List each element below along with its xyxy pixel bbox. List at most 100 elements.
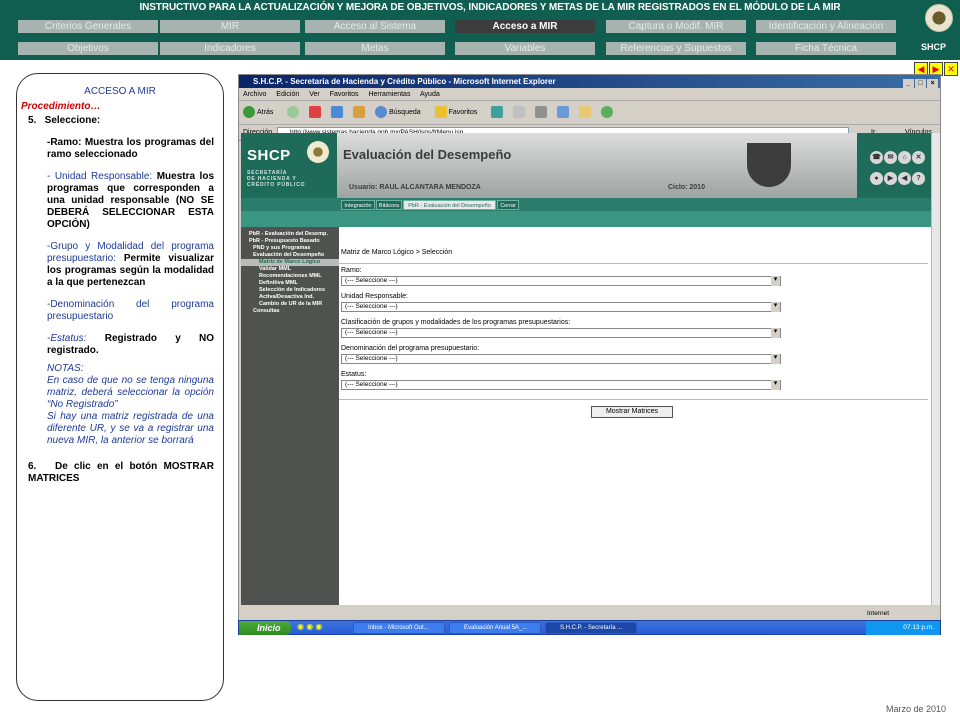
mail-icon <box>513 106 526 119</box>
menu-favoritos[interactable]: Favoritos <box>330 91 359 98</box>
nav-item-matriz-marco-logico[interactable]: Matriz de Marco Lógico <box>241 259 339 266</box>
start-button[interactable]: Inicio <box>239 621 291 635</box>
forward-arrow-icon <box>287 106 300 119</box>
maximize-button[interactable]: □ <box>915 79 926 89</box>
ur-select[interactable]: (--- Seleccione ---) <box>341 302 781 312</box>
app-tabs: Integración Bitácora PbR - Evaluación de… <box>241 198 931 211</box>
forward-icon[interactable]: ▶ <box>884 172 897 185</box>
minimize-button[interactable]: _ <box>903 79 914 89</box>
tab-referencias-supuestos[interactable]: Referencias y Supuestos <box>606 42 746 55</box>
denominacion-description: -Denominación del programa presupuestari… <box>47 299 214 322</box>
note-1: En caso de que no se tenga ninguna matri… <box>47 375 214 410</box>
back-button[interactable]: Atrás <box>243 106 279 119</box>
menu-edicion[interactable]: Edición <box>276 91 299 98</box>
menu-herramientas[interactable]: Herramientas <box>368 91 410 98</box>
nav-item-recomendaciones[interactable]: Recomendaciones MML <box>241 273 339 280</box>
nav-item-validar-mml[interactable]: Validar MML <box>241 266 339 273</box>
user-label: Usuario: RAUL ALCANTARA MENDOZA <box>349 184 481 191</box>
tab-ficha-tecnica[interactable]: Ficha Técnica <box>756 42 896 55</box>
estatus-select[interactable]: (--- Seleccione ---) <box>341 380 781 390</box>
panel-title: ACCESO A MIR <box>84 86 156 97</box>
back-arrow-icon <box>243 106 255 119</box>
footer-date: Marzo de 2010 <box>885 704 946 714</box>
ramo-description: -Ramo: Muestra los programas del ramo se… <box>47 137 214 160</box>
denominacion-select[interactable]: (--- Seleccione ---) <box>341 354 781 364</box>
tab-pbr-evaluacion[interactable]: PbR - Evaluación del Desempeño <box>403 200 496 210</box>
taskbar-item-evaluacion[interactable]: Evaluación Anual 5A_... <box>449 622 541 634</box>
vertical-scrollbar[interactable] <box>931 133 940 605</box>
edit-button[interactable] <box>557 106 571 119</box>
close-slide-button[interactable]: ✕ <box>944 62 958 76</box>
tab-captura-modif-mir[interactable]: Captura o Modif. MIR <box>606 20 746 33</box>
record-icon[interactable]: ● <box>870 172 883 185</box>
nav-item-pbr-evaluacion[interactable]: PbR - Evaluación del Desemp. <box>241 231 339 238</box>
denominacion-label: Denominación del programa presupuestario… <box>341 345 480 352</box>
messenger-button[interactable] <box>601 106 615 119</box>
nav-item-seleccion-indicadores[interactable]: Selección de Indicadores <box>241 287 339 294</box>
mail-icon[interactable]: ✉ <box>884 151 897 164</box>
home-button[interactable] <box>353 106 367 119</box>
tab-identificacion-alineacion[interactable]: Identificación y Alineación <box>756 20 896 33</box>
taskbar-item-shcp[interactable]: S.H.C.P. - Secretaría ... <box>545 622 637 634</box>
web-page-content: SHCP SECRETARÍA DE HACIENDA Y CRÉDITO PÚBL… <box>241 133 931 605</box>
page-title: INSTRUCTIVO PARA LA ACTUALIZACIÓN Y MEJO… <box>139 2 841 13</box>
help-icon[interactable]: ? <box>912 172 925 185</box>
tab-integracion[interactable]: Integración <box>341 200 375 210</box>
tab-mir[interactable]: MIR <box>160 20 300 33</box>
menu-ayuda[interactable]: Ayuda <box>420 91 440 98</box>
tab-criterios-generales[interactable]: Criterios Generales <box>18 20 158 33</box>
nav-item-activa-desactiva[interactable]: Activa/Desactiva Ind. <box>241 294 339 301</box>
mostrar-matrices-button[interactable]: Mostrar Matrices <box>591 406 673 418</box>
forward-button[interactable] <box>287 106 301 119</box>
mail-button[interactable] <box>513 106 527 119</box>
tab-objetivos[interactable]: Objetivos <box>18 42 158 55</box>
tab-acceso-mir[interactable]: Acceso a MIR <box>455 20 595 33</box>
menu-archivo[interactable]: Archivo <box>243 91 266 98</box>
app-logo: SHCP <box>247 147 291 164</box>
nav-item-cambio-ur[interactable]: Cambio de UR de la MIR <box>241 301 339 308</box>
nav-item-evaluacion-desempeno[interactable]: Evaluación del Desempeño <box>241 252 339 259</box>
refresh-button[interactable] <box>331 106 345 119</box>
stop-button[interactable] <box>309 106 323 119</box>
menu-ver[interactable]: Ver <box>309 91 320 98</box>
grupo-select[interactable]: (--- Seleccione ---) <box>341 328 781 338</box>
divider <box>339 399 928 400</box>
phone-icon[interactable]: ☎ <box>870 151 883 164</box>
close-icon[interactable]: ✕ <box>912 151 925 164</box>
search-icon <box>375 106 388 119</box>
quick-launch-icons[interactable]: ◉ ◉ ◉ <box>297 622 322 631</box>
tab-bitacora[interactable]: Bitácora <box>376 200 402 210</box>
tab-cerrar[interactable]: Cerrar <box>497 200 519 210</box>
nav-item-pbr-presupuesto[interactable]: PbR - Presupuesto Basado <box>241 238 339 245</box>
browser-toolbar: Atrás Búsqueda Favoritos <box>239 101 940 125</box>
search-button[interactable]: Búsqueda <box>375 106 427 119</box>
folder-button[interactable] <box>579 106 593 119</box>
mexico-seal-icon <box>925 4 953 32</box>
nav-item-pnd[interactable]: PND y sus Programas <box>241 245 339 252</box>
close-window-button[interactable]: × <box>927 79 938 89</box>
print-button[interactable] <box>535 106 549 119</box>
divider <box>339 263 928 264</box>
ur-description: - Unidad Responsable: Muestra los progra… <box>47 171 215 230</box>
favorites-button[interactable]: Favoritos <box>434 106 484 119</box>
history-button[interactable] <box>491 106 505 119</box>
stop-icon <box>309 106 322 119</box>
taskbar-item-outlook[interactable]: Inbox - Microsoft Out... <box>353 622 445 634</box>
tab-indicadores[interactable]: Indicadores <box>160 42 300 55</box>
ramo-label: Ramo: <box>341 267 362 274</box>
home-icon[interactable]: ⌂ <box>898 151 911 164</box>
messenger-icon <box>601 106 614 119</box>
star-icon <box>434 106 447 119</box>
tab-metas[interactable]: Metas <box>305 42 445 55</box>
tab-variables[interactable]: Variables <box>455 42 595 55</box>
nav-item-consultas[interactable]: Consultas <box>241 308 339 315</box>
history-icon <box>491 106 504 119</box>
nav-item-definitiva[interactable]: Definitiva MML <box>241 280 339 287</box>
tab-acceso-sistema[interactable]: Acceso al Sistema <box>305 20 445 33</box>
shcp-logo: SHCP <box>918 0 960 60</box>
grupo-description: -Grupo y Modalidad del programa presupue… <box>47 241 215 288</box>
notes-label: NOTAS: <box>47 363 84 374</box>
app-icon-buttons: ☎ ✉ ⌂ ✕ ● ▶ ◀? <box>869 146 929 188</box>
back-icon[interactable]: ◀ <box>898 172 911 185</box>
ramo-select[interactable]: (--- Seleccione ---) <box>341 276 781 286</box>
